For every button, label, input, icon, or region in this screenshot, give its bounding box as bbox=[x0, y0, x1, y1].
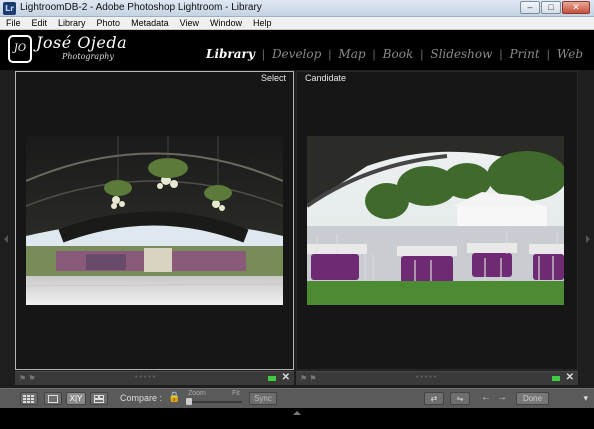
compare-label: Compare : bbox=[120, 393, 163, 403]
rating-stars[interactable]: ••••• bbox=[135, 374, 157, 381]
candidate-pane[interactable]: Candidate bbox=[296, 71, 578, 370]
window-title: LightroomDB-2 - Adobe Photoshop Lightroo… bbox=[20, 2, 262, 13]
identity-plate-name: José Ojeda bbox=[36, 33, 128, 52]
menu-metadata[interactable]: Metadata bbox=[125, 17, 174, 29]
previous-arrow-icon[interactable]: ← bbox=[481, 392, 491, 403]
close-window-button[interactable]: ✕ bbox=[562, 1, 590, 14]
module-library[interactable]: Library bbox=[199, 47, 262, 61]
compare-view-button[interactable]: X|Y bbox=[66, 392, 86, 405]
maximize-button[interactable]: □ bbox=[541, 1, 561, 14]
zoom-slider-track[interactable] bbox=[186, 401, 242, 403]
candidate-photo[interactable] bbox=[307, 136, 564, 305]
link-focus-lock-icon[interactable]: 🔒 bbox=[168, 392, 180, 403]
module-picker: Library | Develop | Map | Book | Slidesh… bbox=[199, 47, 590, 61]
select-photo[interactable] bbox=[26, 136, 283, 305]
color-label-chip[interactable] bbox=[268, 376, 276, 381]
select-label: Select bbox=[260, 73, 286, 83]
right-panel-toggle-arrow[interactable] bbox=[586, 235, 590, 243]
module-web[interactable]: Web bbox=[550, 47, 590, 61]
identity-plate-logo: JO bbox=[8, 35, 32, 63]
candidate-label: Candidate bbox=[305, 73, 347, 83]
select-pane-footer: ⚑ ⚑ ••••• ✕ bbox=[15, 371, 294, 385]
module-print[interactable]: Print bbox=[503, 47, 547, 61]
menu-help[interactable]: Help bbox=[247, 17, 277, 29]
menu-library[interactable]: Library bbox=[52, 17, 91, 29]
minimize-button[interactable]: – bbox=[520, 1, 540, 14]
select-photo-image bbox=[26, 136, 283, 305]
loupe-view-icon[interactable] bbox=[44, 392, 62, 405]
survey-view-icon[interactable] bbox=[90, 392, 108, 405]
done-button[interactable]: Done bbox=[516, 392, 549, 405]
next-arrow-icon[interactable]: → bbox=[497, 392, 507, 403]
filmstrip-collapsed bbox=[0, 408, 594, 429]
fit-label: Fit bbox=[232, 390, 240, 397]
flag-icons[interactable]: ⚑ ⚑ bbox=[19, 374, 36, 383]
module-slideshow[interactable]: Slideshow bbox=[423, 47, 499, 61]
window-titlebar: Lr LightroomDB-2 - Adobe Photoshop Light… bbox=[0, 0, 594, 17]
menu-edit[interactable]: Edit bbox=[26, 17, 53, 29]
lightroom-app-icon: Lr bbox=[3, 2, 16, 15]
zoom-slider-thumb[interactable] bbox=[186, 398, 192, 405]
library-toolbar: X|Y Compare : 🔒 Zoom Fit Sync ⇄ ⇋ ← → Do… bbox=[0, 388, 594, 408]
window-controls: – □ ✕ bbox=[520, 1, 590, 14]
reject-icon[interactable]: ✕ bbox=[282, 372, 290, 383]
toolbar-menu-chevron-icon[interactable]: ▾ bbox=[583, 393, 588, 404]
swap-icon[interactable]: ⇄ bbox=[424, 392, 444, 405]
candidate-photo-image bbox=[307, 136, 564, 305]
rating-stars[interactable]: ••••• bbox=[416, 374, 438, 381]
make-select-icon[interactable]: ⇋ bbox=[450, 392, 470, 405]
menu-window[interactable]: Window bbox=[204, 17, 247, 29]
module-develop[interactable]: Develop bbox=[265, 47, 328, 61]
app-header: JO José Ojeda Photography Library | Deve… bbox=[0, 30, 594, 70]
module-map[interactable]: Map bbox=[331, 47, 372, 61]
flag-icons[interactable]: ⚑ ⚑ bbox=[300, 374, 317, 383]
menu-file[interactable]: File bbox=[0, 17, 26, 29]
menu-photo[interactable]: Photo bbox=[91, 17, 126, 29]
zoom-label: Zoom bbox=[188, 390, 206, 397]
grid-view-icon[interactable] bbox=[20, 392, 38, 405]
color-label-chip[interactable] bbox=[552, 376, 560, 381]
menu-bar: File Edit Library Photo Metadata View Wi… bbox=[0, 17, 594, 30]
compare-view: Select Candidate ⚑ ⚑ ••••• ✕ ⚑ ⚑ ••••• ✕ bbox=[0, 70, 594, 388]
candidate-pane-footer: ⚑ ⚑ ••••• ✕ bbox=[296, 371, 578, 385]
select-pane[interactable]: Select bbox=[15, 71, 294, 370]
reject-icon[interactable]: ✕ bbox=[566, 372, 574, 383]
sync-button[interactable]: Sync bbox=[249, 392, 277, 405]
module-book[interactable]: Book bbox=[376, 47, 421, 61]
menu-view[interactable]: View bbox=[174, 17, 204, 29]
identity-plate-subtitle: Photography bbox=[62, 52, 114, 61]
left-panel-toggle-arrow[interactable] bbox=[4, 235, 8, 243]
filmstrip-toggle-arrow[interactable] bbox=[293, 411, 301, 415]
